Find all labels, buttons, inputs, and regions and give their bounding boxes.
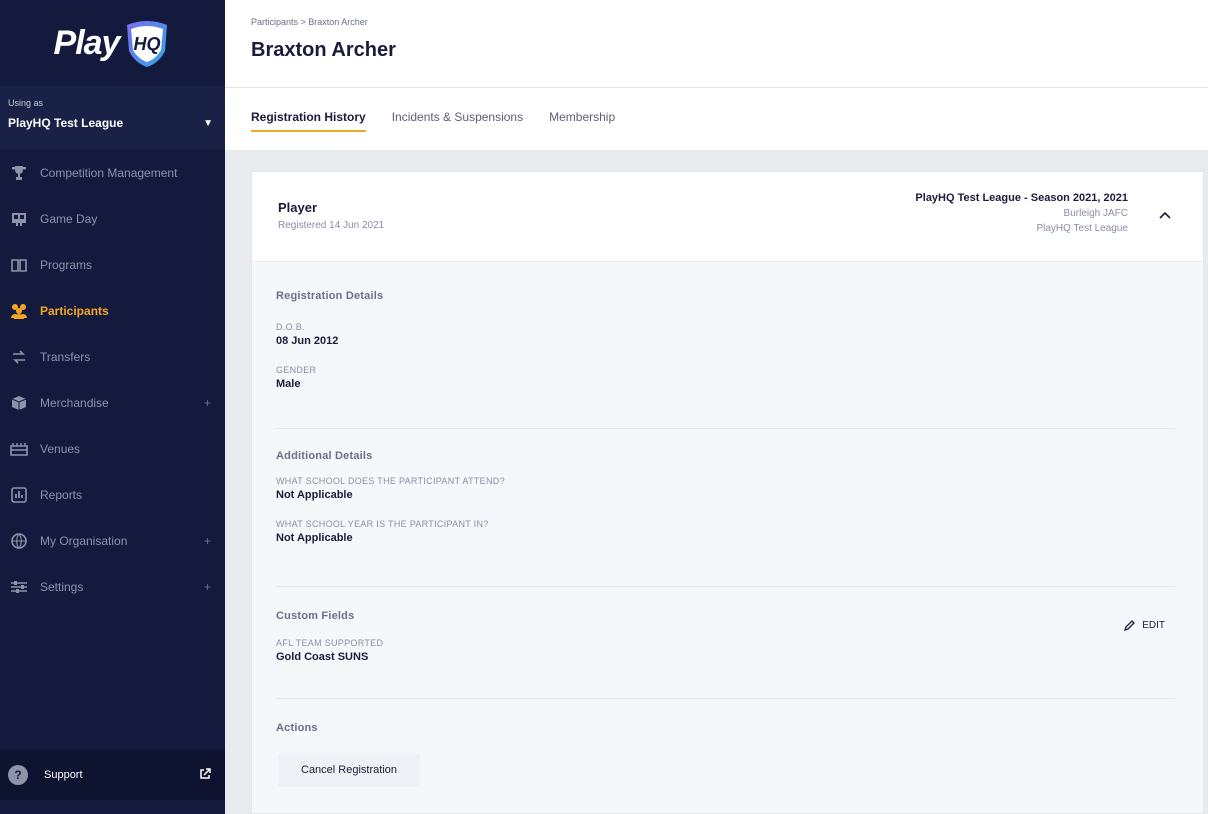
registration-card: Player Registered 14 Jun 2021 PlayHQ Tes… (251, 171, 1204, 814)
dob-label: D.O.B. (276, 322, 305, 332)
sidebar-item-label: Programs (40, 258, 93, 272)
expand-plus-icon[interactable]: + (204, 580, 211, 594)
sidebar-item-merchandise[interactable]: Merchandise + (0, 380, 225, 426)
tab-label: Incidents & Suspensions (391, 110, 524, 124)
section-title: Registration Details (276, 290, 384, 302)
sidebar-item-venues[interactable]: Venues (0, 426, 225, 472)
school-label: WHAT SCHOOL DOES THE PARTICIPANT ATTEND? (276, 476, 505, 486)
divider (276, 428, 1175, 429)
logo-text: Play (53, 23, 121, 62)
sidebar-item-label: Reports (40, 488, 83, 502)
box-icon (8, 394, 30, 412)
sliders-icon (8, 578, 30, 596)
people-icon (8, 302, 30, 320)
league-name: PlayHQ Test League (1036, 223, 1128, 234)
sidebar-item-label: Competition Management (40, 166, 178, 180)
sidebar-item-game-day[interactable]: Game Day (0, 196, 225, 242)
help-icon: ? (8, 765, 28, 785)
logo-shield-icon: HQ (127, 21, 168, 67)
gender-label: GENDER (276, 365, 317, 375)
divider (276, 586, 1175, 587)
additional-details: Additional Details WHAT SCHOOL DOES THE … (276, 450, 1175, 544)
club-name: Burleigh JAFC (1063, 208, 1128, 219)
pencil-icon (1124, 620, 1136, 631)
page-title: Braxton Archer (251, 39, 396, 61)
scoreboard-icon (8, 210, 30, 228)
sidebar-item-label: Settings (40, 580, 84, 594)
tab-registration-history[interactable]: Registration History (251, 88, 366, 150)
support-label: Support (44, 769, 83, 781)
trophy-icon (8, 164, 30, 182)
support-link[interactable]: ? Support (0, 750, 225, 800)
transfer-icon (8, 348, 30, 366)
registration-date: Registered 14 Jun 2021 (278, 220, 385, 231)
cancel-registration-button[interactable]: Cancel Registration (278, 753, 420, 787)
sidebar-nav: Competition Management Game Day Programs… (0, 150, 225, 610)
registration-role: Player (278, 200, 318, 215)
registration-details: Registration Details D.O.B. 08 Jun 2012 … (276, 290, 1175, 390)
section-title: Custom Fields (276, 610, 355, 622)
sidebar-item-label: Merchandise (40, 396, 109, 410)
org-switcher[interactable]: Using as PlayHQ Test League ▼ (0, 86, 225, 150)
dob-value: 08 Jun 2012 (276, 335, 339, 347)
book-icon (8, 256, 30, 274)
tab-membership[interactable]: Membership (549, 88, 615, 150)
sidebar-item-label: Transfers (40, 350, 91, 364)
chevron-down-icon[interactable]: ▼ (203, 118, 213, 129)
sidebar-item-reports[interactable]: Reports (0, 472, 225, 518)
expand-plus-icon[interactable]: + (204, 534, 211, 548)
stadium-icon (8, 440, 30, 458)
custom-fields: Custom Fields AFL TEAM SUPPORTED Gold Co… (276, 610, 1175, 663)
tab-bar: Registration History Incidents & Suspens… (225, 88, 1208, 150)
school-year-label: WHAT SCHOOL YEAR IS THE PARTICIPANT IN? (276, 519, 489, 529)
sidebar-item-label: Participants (40, 304, 109, 318)
sidebar: Play HQ Using as PlayHQ Test League ▼ Co… (0, 0, 225, 814)
sidebar-item-label: Game Day (40, 212, 98, 226)
actions-section: Actions (276, 722, 1175, 734)
reports-icon (8, 486, 30, 504)
page-header: Participants > Braxton Archer Braxton Ar… (225, 0, 1208, 88)
sidebar-item-my-organisation[interactable]: My Organisation + (0, 518, 225, 564)
season-name: PlayHQ Test League - Season 2021, 2021 (915, 192, 1128, 204)
edit-label: EDIT (1142, 619, 1165, 631)
section-title: Additional Details (276, 450, 373, 462)
sidebar-item-competition-management[interactable]: Competition Management (0, 150, 225, 196)
external-link-icon (199, 767, 211, 783)
breadcrumb[interactable]: Participants > Braxton Archer (251, 17, 1182, 27)
section-title: Actions (276, 722, 318, 734)
tab-label: Membership (549, 110, 616, 124)
sidebar-item-programs[interactable]: Programs (0, 242, 225, 288)
sidebar-item-participants[interactable]: Participants (0, 288, 225, 334)
using-as-label: Using as (8, 98, 44, 108)
sidebar-item-transfers[interactable]: Transfers (0, 334, 225, 380)
registration-card-header[interactable]: Player Registered 14 Jun 2021 PlayHQ Tes… (252, 172, 1203, 262)
globe-icon (8, 532, 30, 550)
sidebar-item-label: My Organisation (40, 534, 128, 548)
gender-value: Male (276, 378, 301, 390)
tab-label: Registration History (251, 110, 366, 132)
divider (276, 698, 1175, 699)
sidebar-item-settings[interactable]: Settings + (0, 564, 225, 610)
school-year-value: Not Applicable (276, 532, 353, 544)
sidebar-item-label: Venues (40, 442, 81, 456)
afl-team-value: Gold Coast SUNS (276, 651, 369, 663)
season-info: PlayHQ Test League - Season 2021, 2021 B… (915, 192, 1128, 234)
chevron-up-icon[interactable] (1159, 208, 1171, 222)
org-name: PlayHQ Test League (8, 116, 124, 130)
tab-incidents-suspensions[interactable]: Incidents & Suspensions (392, 88, 523, 150)
playhq-logo[interactable]: Play HQ (0, 0, 225, 86)
logo-badge-text: HQ (134, 34, 161, 54)
expand-plus-icon[interactable]: + (204, 396, 211, 410)
school-value: Not Applicable (276, 489, 353, 501)
edit-button[interactable]: EDIT (1124, 619, 1165, 631)
afl-team-label: AFL TEAM SUPPORTED (276, 638, 384, 648)
